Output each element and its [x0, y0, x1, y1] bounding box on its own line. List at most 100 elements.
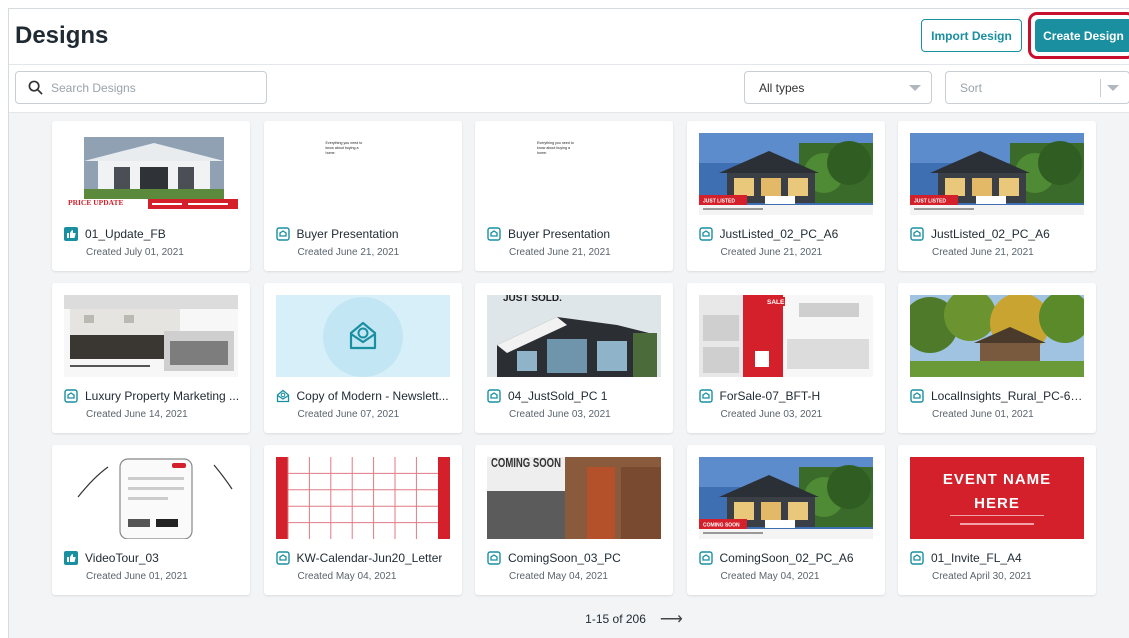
- design-card[interactable]: COMING SOON ComingSoon_02_PC_A6 Created Ma…: [686, 445, 885, 595]
- design-name[interactable]: ComingSoon_03_PC: [508, 551, 621, 565]
- design-name[interactable]: Buyer Presentation: [508, 227, 610, 241]
- design-thumbnail[interactable]: [910, 295, 1084, 377]
- document-icon: [910, 389, 924, 403]
- facebook-icon: [64, 227, 78, 241]
- design-thumbnail[interactable]: [64, 295, 238, 377]
- create-design-button[interactable]: Create Design: [1035, 19, 1129, 52]
- type-filter-select[interactable]: All types: [744, 71, 932, 104]
- design-name[interactable]: ComingSoon_02_PC_A6: [720, 551, 854, 565]
- design-title-row: ComingSoon_03_PC: [487, 551, 663, 565]
- design-name[interactable]: JustListed_02_PC_A6: [720, 227, 839, 241]
- design-title-row: 01_Update_FB: [64, 227, 240, 241]
- design-card[interactable]: JUST LISTED JustListed_02_PC_A6 Created Ju…: [686, 121, 885, 271]
- design-title-row: LocalInsights_Rural_PC-6x...: [910, 389, 1086, 403]
- page-title: Designs: [15, 22, 109, 49]
- design-card[interactable]: LocalInsights_Rural_PC-6x... Created June…: [898, 283, 1096, 433]
- design-card[interactable]: SALE ForSale-07_BFT-H Created June 03, 202…: [686, 283, 885, 433]
- design-created-date: Created June 03, 2021: [720, 409, 823, 420]
- design-title-row: Buyer Presentation: [487, 227, 663, 241]
- page-header: Designs Import Design Create Design: [9, 9, 1129, 65]
- design-title-row: VideoTour_03: [64, 551, 240, 565]
- design-card[interactable]: COMING SOON ComingSoon_03_PC Created May 0…: [475, 445, 673, 595]
- design-thumbnail[interactable]: PRICE UPDATE: [64, 133, 238, 215]
- design-name[interactable]: Buyer Presentation: [297, 227, 399, 241]
- sort-value: Sort: [960, 80, 983, 95]
- document-icon: [487, 551, 501, 565]
- design-card[interactable]: Everything you need to know about buying…: [263, 121, 462, 271]
- design-title-row: ComingSoon_02_PC_A6: [698, 551, 875, 565]
- search-icon: [28, 80, 43, 95]
- design-created-date: Created June 21, 2021: [297, 247, 400, 258]
- design-thumbnail[interactable]: JUST LISTED: [910, 133, 1084, 215]
- design-card[interactable]: Copy of Modern - Newslett... Created June…: [263, 283, 462, 433]
- import-design-button[interactable]: Import Design: [921, 19, 1022, 52]
- select-divider: [1100, 78, 1101, 97]
- svg-text:COMING SOON: COMING SOON: [703, 523, 740, 529]
- type-filter-value: All types: [759, 80, 805, 95]
- facebook-icon: [64, 551, 78, 565]
- chevron-down-icon: [1107, 84, 1119, 91]
- design-name[interactable]: 01_Invite_FL_A4: [931, 551, 1022, 565]
- design-title-row: Copy of Modern - Newslett...: [276, 389, 452, 403]
- design-title-row: Buyer Presentation: [275, 227, 452, 241]
- design-thumbnail[interactable]: [64, 457, 238, 539]
- design-card[interactable]: PRICE UPDATE 01_Update_FB Created July 01,…: [52, 121, 250, 271]
- event-title-2: HERE: [974, 495, 1020, 512]
- design-name[interactable]: LocalInsights_Rural_PC-6x...: [931, 389, 1086, 403]
- svg-text:JUST LISTED: JUST LISTED: [914, 199, 946, 205]
- document-icon: [698, 551, 713, 565]
- document-icon: [698, 389, 713, 403]
- design-thumbnail[interactable]: [275, 457, 450, 539]
- design-thumbnail[interactable]: Everything you need to know about buying…: [275, 133, 450, 215]
- design-thumbnail[interactable]: COMING SOON: [698, 457, 873, 539]
- design-name[interactable]: KW-Calendar-Jun20_Letter: [297, 551, 443, 565]
- design-created-date: Created June 01, 2021: [86, 571, 188, 582]
- thumb-caption: Everything you need to know about buying…: [325, 141, 363, 155]
- design-created-date: Created June 07, 2021: [297, 409, 400, 420]
- svg-text:JUST LISTED: JUST LISTED: [703, 199, 735, 205]
- design-title-row: JustListed_02_PC_A6: [698, 227, 875, 241]
- design-name[interactable]: ForSale-07_BFT-H: [720, 389, 821, 403]
- design-thumbnail[interactable]: JUST LISTED: [698, 133, 873, 215]
- pagination: 1-15 of 206 ⟶: [9, 609, 1129, 629]
- newsletter-icon: [276, 389, 290, 403]
- design-name[interactable]: Luxury Property Marketing ...: [85, 389, 239, 403]
- design-card[interactable]: Everything you need to know about buying…: [475, 121, 673, 271]
- design-title-row: ForSale-07_BFT-H: [698, 389, 875, 403]
- document-icon: [487, 389, 501, 403]
- design-thumbnail[interactable]: COMING SOON: [487, 457, 661, 539]
- event-title: EVENT NAME: [942, 471, 1052, 488]
- design-title-row: 01_Invite_FL_A4: [910, 551, 1086, 565]
- search-input[interactable]: [51, 80, 251, 95]
- design-card[interactable]: Luxury Property Marketing ... Created Jun…: [52, 283, 250, 433]
- design-name[interactable]: VideoTour_03: [85, 551, 159, 565]
- design-card[interactable]: VideoTour_03 Created June 01, 2021: [52, 445, 250, 595]
- design-name[interactable]: Copy of Modern - Newslett...: [297, 389, 449, 403]
- design-thumbnail[interactable]: EVENT NAME HERE: [910, 457, 1084, 539]
- design-thumbnail[interactable]: [275, 295, 450, 377]
- pagination-range: 1-15 of 206: [585, 612, 646, 626]
- design-name[interactable]: 04_JustSold_PC 1: [508, 389, 607, 403]
- sort-select[interactable]: Sort: [945, 71, 1129, 104]
- design-card[interactable]: EVENT NAME HERE 01_Invite_FL_A4 Created Apr…: [898, 445, 1096, 595]
- next-page-arrow-icon[interactable]: ⟶: [660, 609, 683, 629]
- design-created-date: Created June 03, 2021: [509, 409, 611, 420]
- design-created-date: Created May 04, 2021: [720, 571, 820, 582]
- design-created-date: Created May 04, 2021: [297, 571, 397, 582]
- search-box[interactable]: [15, 71, 267, 104]
- design-created-date: Created July 01, 2021: [86, 247, 184, 258]
- design-created-date: Created May 04, 2021: [509, 571, 608, 582]
- document-icon: [487, 227, 501, 241]
- design-title-row: KW-Calendar-Jun20_Letter: [275, 551, 452, 565]
- design-thumbnail[interactable]: JUST SOLD.: [487, 295, 661, 377]
- design-card[interactable]: JUST SOLD. 04_JustSold_PC 1 Created June 0…: [475, 283, 673, 433]
- design-name[interactable]: JustListed_02_PC_A6: [931, 227, 1050, 241]
- design-thumbnail[interactable]: SALE: [698, 295, 873, 377]
- design-card[interactable]: JUST LISTED JustListed_02_PC_A6 Created Ju…: [898, 121, 1096, 271]
- design-created-date: Created June 01, 2021: [932, 409, 1034, 420]
- document-icon: [910, 227, 924, 241]
- design-thumbnail[interactable]: Everything you need to know about buying…: [487, 133, 661, 215]
- design-card[interactable]: KW-Calendar-Jun20_Letter Created May 04, …: [263, 445, 462, 595]
- document-icon: [910, 551, 924, 565]
- design-name[interactable]: 01_Update_FB: [85, 227, 166, 241]
